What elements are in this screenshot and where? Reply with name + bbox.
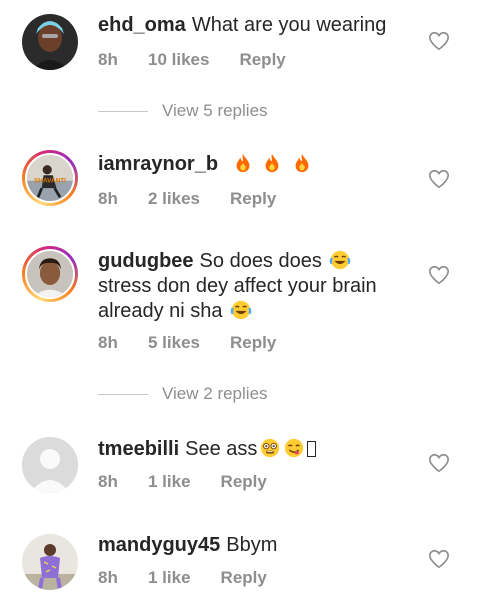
comment-text: iamraynor_b	[98, 152, 420, 177]
comment-meta: 8h 1 like Reply	[98, 472, 267, 492]
fire-emoji-icon	[265, 153, 279, 173]
fire-emoji-icon	[295, 153, 309, 173]
flushed-face-emoji-icon	[261, 438, 280, 458]
comment-username[interactable]: ehd_oma	[98, 14, 186, 36]
comment-body-line3: already ni sha	[98, 300, 223, 322]
savoring-face-emoji-icon	[285, 438, 304, 458]
comment-meta: 8h 10 likes Reply	[98, 50, 286, 70]
avatar[interactable]	[22, 246, 78, 302]
view-replies-label: View 5 replies	[162, 101, 268, 120]
comment-text: ehd_oma What are you wearing	[98, 13, 420, 38]
reply-button[interactable]: Reply	[239, 50, 285, 70]
missing-glyph-icon	[307, 441, 317, 457]
tears-of-joy-emoji-icon	[330, 250, 351, 270]
reply-button[interactable]: Reply	[221, 568, 267, 588]
avatar-photo-icon	[22, 534, 78, 590]
reply-button[interactable]: Reply	[230, 333, 276, 353]
view-replies-label: View 2 replies	[162, 384, 268, 403]
heart-icon[interactable]	[428, 264, 450, 286]
comment-body: See ass	[185, 438, 258, 460]
reply-button[interactable]: Reply	[230, 189, 276, 209]
avatar-photo-icon: SHAVANTI	[27, 155, 73, 201]
comment-time: 8h	[98, 472, 118, 491]
view-replies-button[interactable]: View 5 replies	[98, 101, 268, 121]
heart-icon[interactable]	[428, 168, 450, 190]
comment-username[interactable]: tmeebilli	[98, 438, 179, 460]
default-avatar-icon	[22, 437, 78, 493]
avatar[interactable]	[22, 437, 78, 493]
comment-likes[interactable]: 1 like	[148, 472, 191, 492]
avatar-overlay-text: SHAVANTI	[34, 178, 66, 185]
replies-divider	[98, 393, 148, 395]
comment-text: tmeebilli See ass	[98, 437, 420, 462]
view-replies-button[interactable]: View 2 replies	[98, 384, 268, 404]
comment-meta: 8h 2 likes Reply	[98, 189, 276, 209]
comment-username[interactable]: gudugbee	[98, 250, 194, 272]
comment-likes[interactable]: 10 likes	[148, 50, 209, 70]
comment-likes[interactable]: 2 likes	[148, 189, 200, 209]
comment-time: 8h	[98, 568, 118, 587]
comment-body: Bbym	[226, 534, 278, 556]
comment-time: 8h	[98, 189, 118, 208]
comment-time: 8h	[98, 50, 118, 69]
replies-divider	[98, 110, 148, 112]
comment-meta: 8h 5 likes Reply	[98, 333, 276, 353]
avatar-photo-icon	[27, 251, 73, 297]
avatar-photo-icon	[22, 14, 78, 70]
comment-text: gudugbee So does does stress don dey affe…	[98, 249, 420, 324]
heart-icon[interactable]	[428, 548, 450, 570]
comment-text: mandyguy45 Bbym	[98, 533, 420, 558]
reply-button[interactable]: Reply	[221, 472, 267, 492]
comment-time: 8h	[98, 333, 118, 352]
comment-likes[interactable]: 5 likes	[148, 333, 200, 353]
comment-likes[interactable]: 1 like	[148, 568, 191, 588]
tears-of-joy-emoji-icon	[230, 300, 252, 320]
comment-username[interactable]: iamraynor_b	[98, 153, 218, 175]
comment-username[interactable]: mandyguy45	[98, 534, 220, 556]
comment-body-line2: stress don dey affect your brain	[98, 275, 377, 297]
heart-icon[interactable]	[428, 30, 450, 52]
fire-emoji-icon	[236, 153, 250, 173]
heart-icon[interactable]	[428, 452, 450, 474]
comment-body: What are you wearing	[191, 14, 387, 36]
avatar[interactable]: SHAVANTI	[22, 150, 78, 206]
avatar[interactable]	[22, 534, 78, 590]
comment-meta: 8h 1 like Reply	[98, 568, 267, 588]
avatar[interactable]	[22, 14, 78, 70]
comment-body-line1: So does does	[199, 250, 322, 272]
